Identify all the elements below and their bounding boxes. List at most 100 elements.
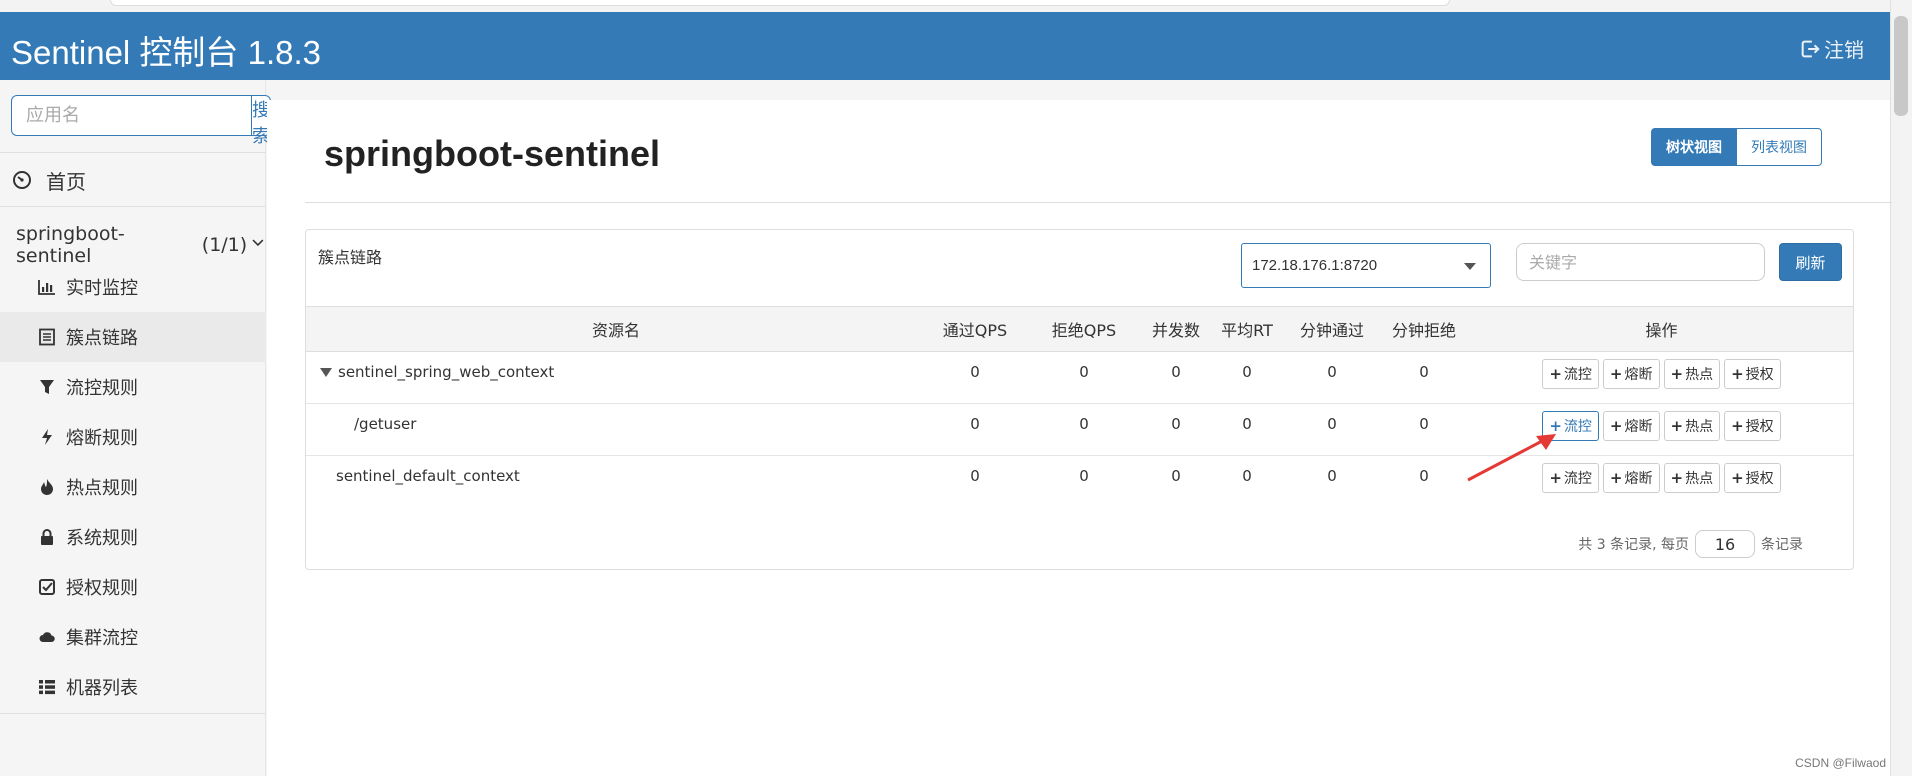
- filter-icon: [40, 380, 54, 394]
- annotation-arrow: [1467, 434, 1556, 482]
- list-view-button[interactable]: 列表视图: [1737, 128, 1822, 166]
- table-header-row: 资源名 通过QPS 拒绝QPS 并发数 平均RT 分钟通过 分钟拒绝 操作: [306, 306, 1853, 352]
- sidebar-item-flow-rules[interactable]: 流控规则: [0, 362, 266, 412]
- rt-cell: 0: [1208, 351, 1286, 404]
- brand-title[interactable]: Sentinel 控制台 1.8.3: [11, 26, 321, 74]
- browser-top-strip: [0, 0, 1912, 12]
- tree-collapse-icon[interactable]: [320, 368, 332, 377]
- add-hot-rule-button[interactable]: + 热点: [1663, 463, 1721, 493]
- page-size-input[interactable]: [1695, 530, 1755, 558]
- tree-view-button[interactable]: 树状视图: [1651, 128, 1737, 166]
- sidebar-item-cluster-flow[interactable]: 集群流控: [0, 612, 266, 662]
- sidebar-item-authority-rules[interactable]: 授权规则: [0, 562, 266, 612]
- column-header: 通过QPS: [926, 306, 1024, 352]
- plus-icon: +: [1670, 417, 1684, 435]
- op-label: 授权: [1745, 471, 1774, 487]
- table-row: sentinel_default_context 0 0 0 0 0 0 + 流控…: [306, 456, 1853, 508]
- op-label: 熔断: [1624, 471, 1653, 487]
- add-auth-rule-button[interactable]: + 授权: [1724, 463, 1781, 493]
- op-label: 流控: [1563, 471, 1592, 487]
- keyword-search-input[interactable]: [1516, 243, 1765, 281]
- logout-button[interactable]: 注销: [1799, 34, 1864, 63]
- page-scrollbar[interactable]: [1890, 0, 1912, 776]
- op-label: 熔断: [1624, 367, 1653, 383]
- minute-block-cell: 0: [1378, 351, 1470, 404]
- machine-select-value: 172.18.176.1:8720: [1252, 257, 1378, 274]
- plus-icon: +: [1609, 417, 1623, 435]
- threads-cell: 0: [1144, 351, 1208, 404]
- chevron-down-icon: [252, 239, 264, 247]
- rt-cell: 0: [1242, 467, 1252, 485]
- add-degrade-rule-button[interactable]: + 熔断: [1602, 411, 1660, 441]
- sidebar-item-label: 集群流控: [66, 628, 138, 649]
- title-divider: [305, 202, 1892, 203]
- column-header: 操作: [1470, 306, 1853, 352]
- plus-icon: +: [1609, 469, 1623, 487]
- app-search: 搜索: [11, 95, 271, 147]
- sidebar-item-label: 簇点链路: [66, 328, 138, 349]
- sidebar-item-label: 系统规则: [66, 528, 138, 549]
- sidebar-item-label: 流控规则: [66, 378, 138, 399]
- check-icon: [39, 579, 55, 595]
- block-qps-cell: 0: [1024, 403, 1144, 456]
- column-header: 平均RT: [1208, 306, 1286, 352]
- add-auth-rule-button[interactable]: + 授权: [1724, 359, 1781, 389]
- resource-name-cell[interactable]: sentinel_spring_web_context: [306, 351, 926, 404]
- plus-icon: +: [1549, 365, 1562, 383]
- sidebar-item-hot-param-rules[interactable]: 热点规则: [0, 462, 266, 512]
- machine-select[interactable]: 172.18.176.1:8720: [1241, 243, 1491, 288]
- sidebar-item-system-rules[interactable]: 系统规则: [0, 512, 266, 562]
- sidebar-divider: [0, 152, 266, 153]
- watermark: CSDN @Filwaod: [1795, 756, 1886, 770]
- home-label: 首页: [46, 169, 86, 194]
- op-label: 热点: [1685, 367, 1714, 383]
- minute-block-cell: 0: [1419, 467, 1429, 485]
- add-hot-rule-button[interactable]: + 热点: [1663, 359, 1721, 389]
- sidebar-item-degrade-rules[interactable]: 熔断规则: [0, 412, 266, 462]
- view-toggle: 树状视图 列表视图: [1651, 128, 1822, 166]
- op-label: 授权: [1745, 419, 1774, 435]
- pass-qps-cell: 0: [926, 351, 1024, 404]
- plus-icon: +: [1731, 417, 1744, 435]
- sidebar-item-label: 熔断规则: [66, 428, 138, 449]
- add-auth-rule-button[interactable]: + 授权: [1724, 411, 1781, 441]
- column-header: 资源名: [306, 306, 926, 352]
- main-content: springboot-sentinel 树状视图 列表视图 簇点链路 172.1…: [267, 100, 1892, 776]
- pager-suffix: 条记录: [1761, 537, 1803, 553]
- resource-card: 簇点链路 172.18.176.1:8720 刷新 资源名 通过QPS 拒绝QP…: [305, 229, 1854, 570]
- sidebar-item-machine-list[interactable]: 机器列表: [0, 662, 266, 712]
- sidebar-item-home[interactable]: 首页: [12, 165, 86, 195]
- sidebar-app-group[interactable]: springboot-sentinel (1/1): [16, 223, 265, 267]
- card-title: 簇点链路: [318, 248, 383, 267]
- sidebar-item-realtime-monitor[interactable]: 实时监控: [0, 262, 266, 312]
- pass-qps-cell: 0: [970, 467, 980, 485]
- scrollbar-thumb[interactable]: [1894, 16, 1908, 116]
- resource-name-cell[interactable]: sentinel_default_context: [306, 456, 926, 508]
- sidebar-menu: 实时监控 簇点链路 流控规则 熔断规则 热点规则 系统规则 授权规则 集群流控: [0, 262, 266, 712]
- op-label: 流控: [1563, 419, 1592, 435]
- resource-table: 资源名 通过QPS 拒绝QPS 并发数 平均RT 分钟通过 分钟拒绝 操作 se…: [306, 306, 1853, 508]
- page-title: springboot-sentinel: [324, 133, 660, 174]
- bar-chart-icon: [38, 280, 55, 295]
- add-hot-rule-button[interactable]: + 热点: [1663, 411, 1721, 441]
- pager-prefix: 共 3 条记录, 每页: [1578, 537, 1689, 553]
- add-degrade-rule-button[interactable]: + 熔断: [1602, 359, 1660, 389]
- add-flow-rule-button[interactable]: + 流控: [1542, 359, 1599, 389]
- plus-icon: +: [1731, 469, 1744, 487]
- flash-icon: [42, 429, 52, 445]
- plus-icon: +: [1609, 365, 1623, 383]
- plus-icon: +: [1670, 365, 1684, 383]
- app-search-input[interactable]: [11, 95, 251, 136]
- sidebar-item-cluster-point-link[interactable]: 簇点链路: [0, 312, 266, 362]
- plus-icon: +: [1670, 469, 1684, 487]
- sidebar-item-label: 热点规则: [66, 478, 138, 499]
- add-degrade-rule-button[interactable]: + 熔断: [1602, 463, 1660, 493]
- browser-address-bar-edge: [110, 0, 1450, 6]
- resource-name-cell[interactable]: /getuser: [306, 403, 926, 456]
- sidebar-item-label: 机器列表: [66, 678, 138, 699]
- rt-cell: 0: [1208, 403, 1286, 456]
- sidebar-divider: [0, 713, 266, 714]
- refresh-button[interactable]: 刷新: [1779, 243, 1842, 281]
- column-header: 分钟拒绝: [1378, 306, 1470, 352]
- app-name-label: springboot-sentinel: [16, 223, 125, 267]
